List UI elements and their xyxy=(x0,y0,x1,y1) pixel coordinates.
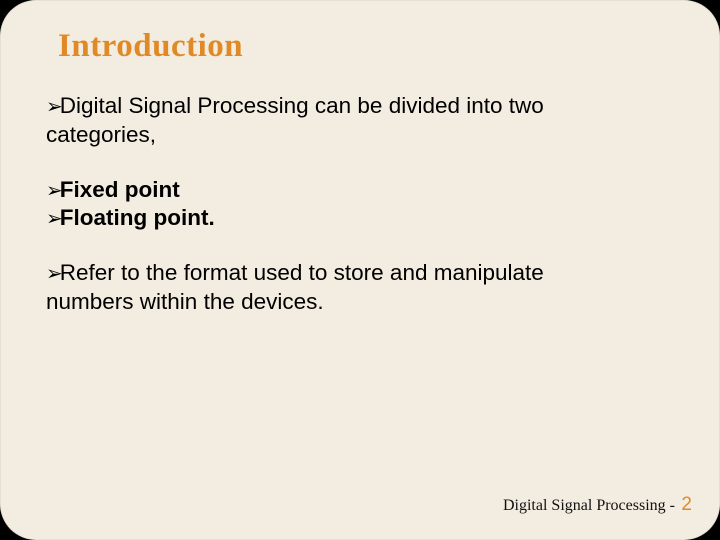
slide-title: Introduction xyxy=(58,28,243,65)
footer: Digital Signal Processing - 2 xyxy=(503,494,692,516)
para2-line2: numbers within the devices. xyxy=(46,288,680,317)
bullet-paragraph-2: ➢Refer to the format used to store and m… xyxy=(46,259,680,317)
page-number: 2 xyxy=(681,494,692,515)
bullet-fixed-floating: ➢Fixed point ➢Floating point. xyxy=(46,176,680,234)
floating-point-label: Floating point. xyxy=(60,205,215,230)
footer-text: Digital Signal Processing - xyxy=(503,497,675,514)
slide: Introduction ➢Digital Signal Processing … xyxy=(0,0,720,540)
para1-line1: Digital Signal Processing can be divided… xyxy=(60,93,544,118)
fixed-point-label: Fixed point xyxy=(60,177,180,202)
para2-line1: Refer to the format used to store and ma… xyxy=(60,260,544,285)
bullet-paragraph-1: ➢Digital Signal Processing can be divide… xyxy=(46,92,680,150)
para1-line2: categories, xyxy=(46,121,680,150)
slide-content: ➢Digital Signal Processing can be divide… xyxy=(46,92,680,343)
